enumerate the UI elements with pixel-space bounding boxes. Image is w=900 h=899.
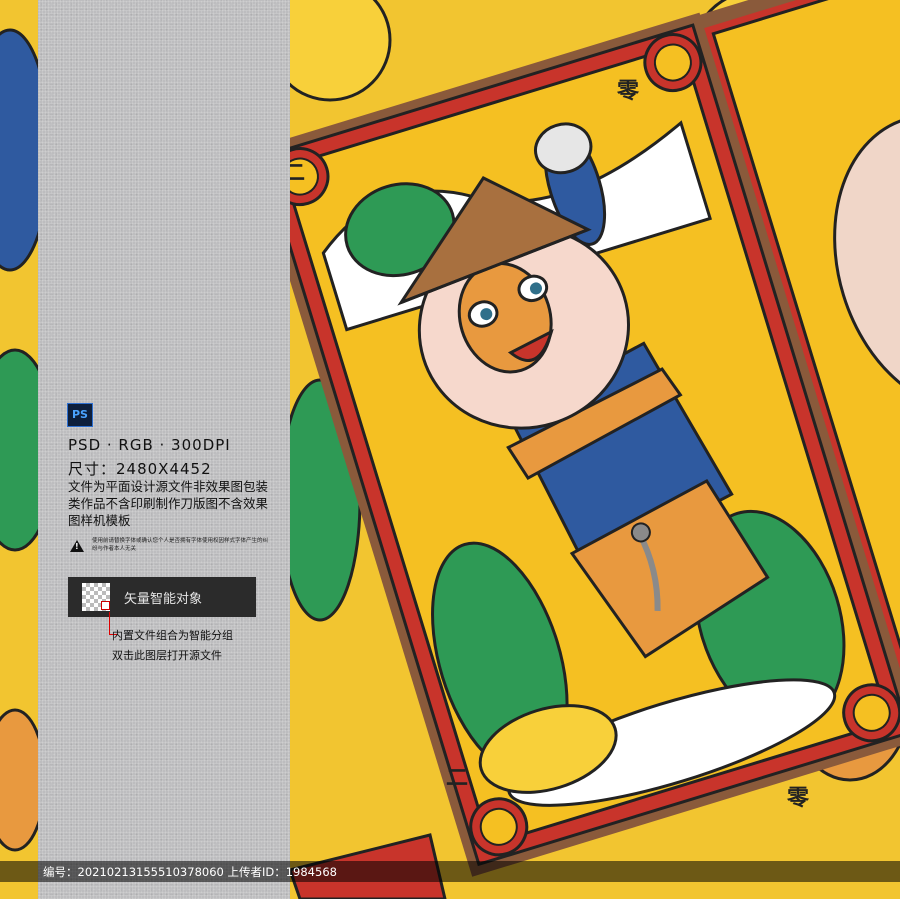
photoshop-icon: PS xyxy=(67,403,93,427)
smart-object-layer[interactable]: 矢量智能对象 xyxy=(68,577,256,617)
file-description: 文件为平面设计源文件非效果图包装类作品不含印刷制作刀版图不含效果图样机模板 xyxy=(68,479,269,528)
footer-id-text: 编号：20210213155510378060 上传者ID：1984568 xyxy=(43,865,337,879)
seal-bottom-right-glyph: 零 xyxy=(786,786,810,811)
open-source-note: 双击此图层打开源文件 xyxy=(112,649,222,662)
seal-top-glyph: 零 xyxy=(616,79,640,104)
file-spec: PSD · RGB · 300DPI xyxy=(68,436,231,454)
seal-bottom-glyph: 二 xyxy=(446,766,468,791)
smart-object-badge-icon xyxy=(101,601,110,610)
smart-object-label: 矢量智能对象 xyxy=(124,592,203,607)
file-size: 尺寸：2480X4452 xyxy=(68,460,212,478)
smart-object-note: 内置文件组合为智能分组 xyxy=(112,629,233,642)
footer-bar: 编号：20210213155510378060 上传者ID：1984568 xyxy=(0,861,900,882)
font-warning: 使用前请替换字体或确认您个人是否拥有字体使用权因样式字体产生的纠纷与作者本人无关 xyxy=(92,538,269,552)
callout-line xyxy=(109,612,110,634)
